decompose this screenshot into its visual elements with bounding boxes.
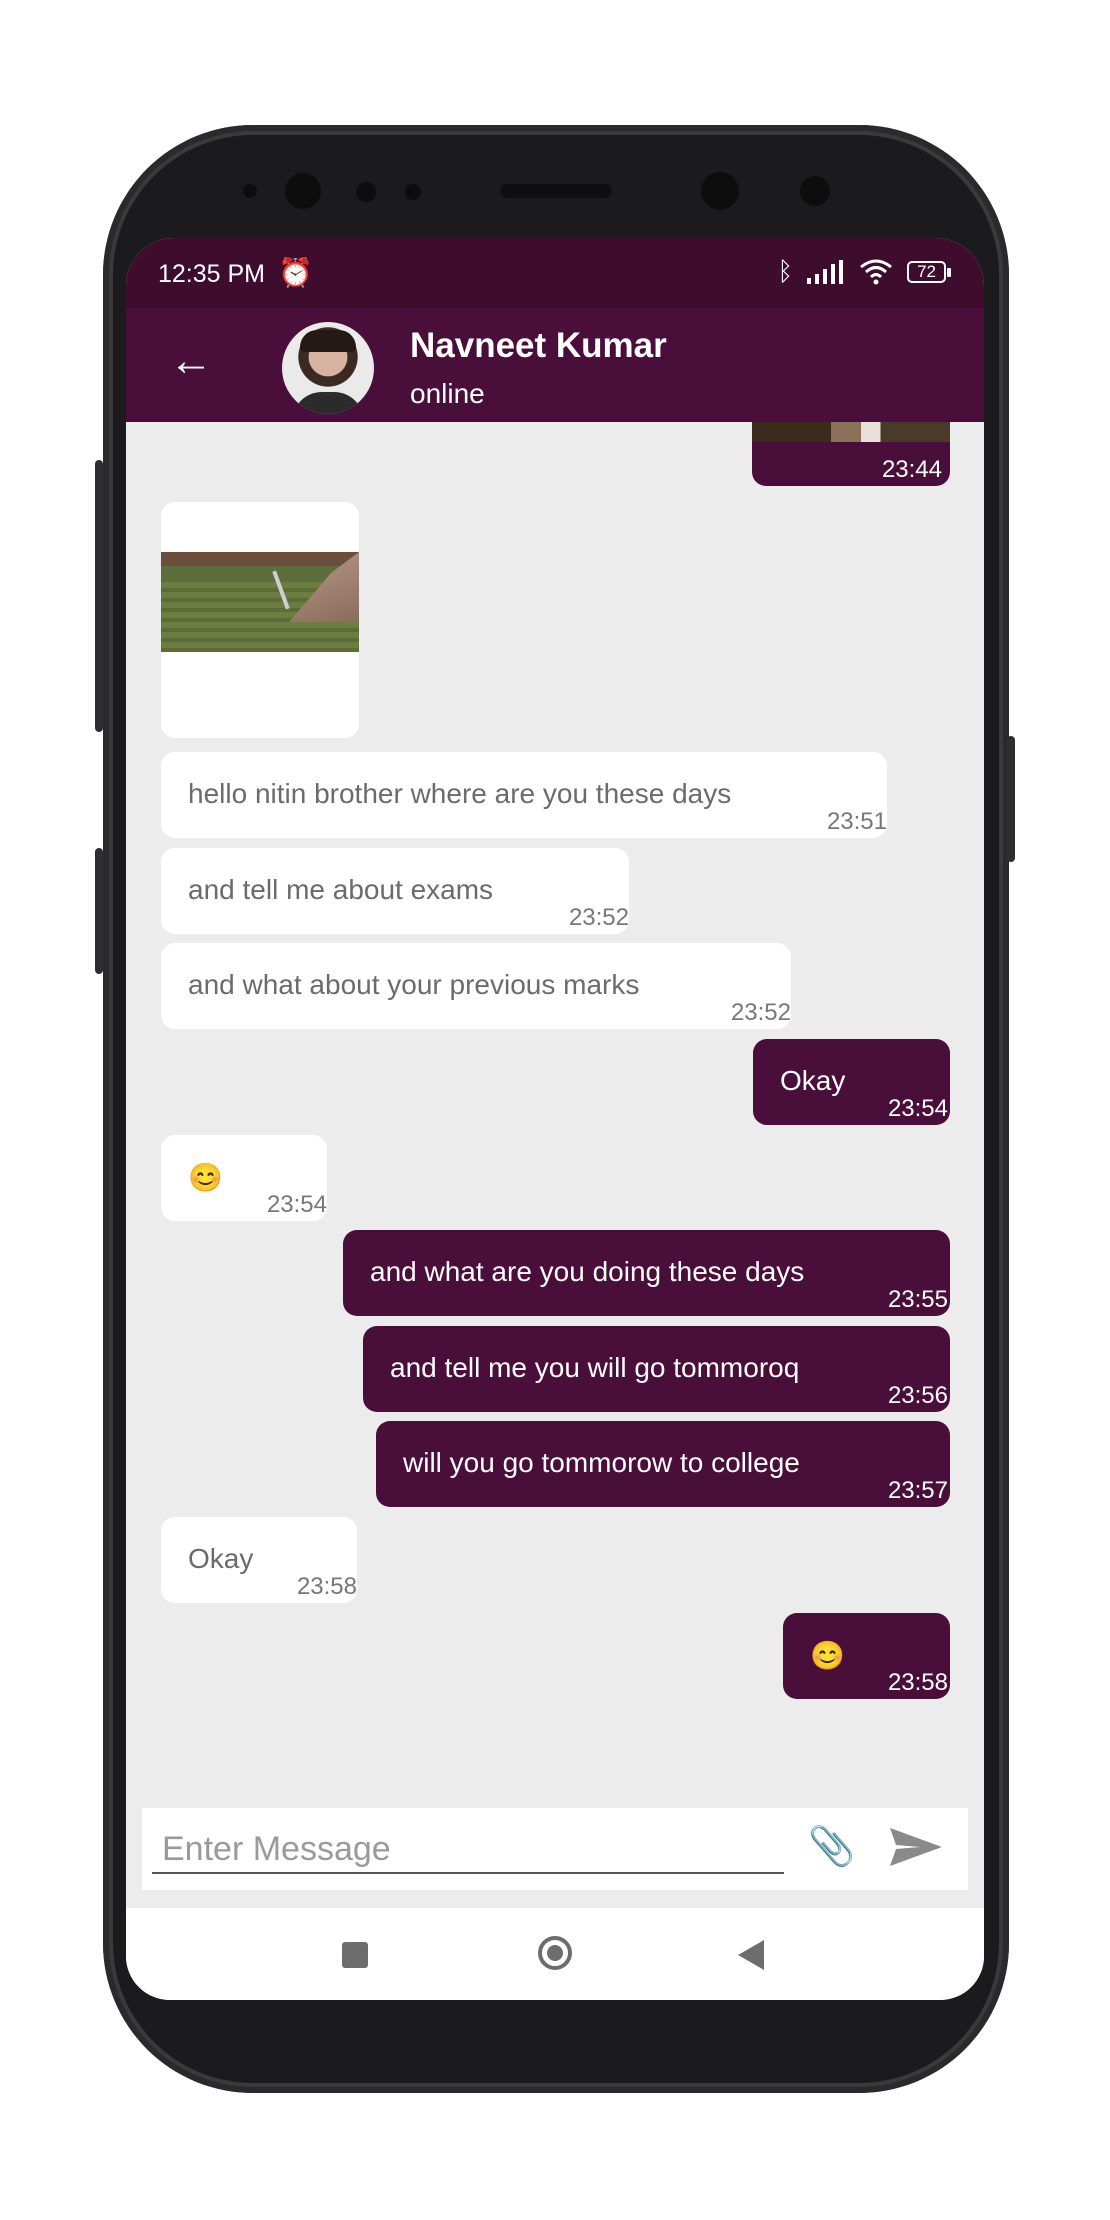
message-text: and what about your previous marks: [188, 969, 640, 1000]
message-image[interactable]: [161, 552, 359, 652]
message-time: 23:52: [730, 999, 791, 1026]
message-text: and what are you doing these days: [370, 1256, 805, 1287]
message-in[interactable]: Okay 23:58: [161, 1517, 357, 1603]
message-time: 23:54: [266, 1191, 327, 1218]
message-image-out[interactable]: 23:44: [752, 422, 950, 486]
app-bar: ← Navneet Kumar online: [126, 308, 984, 422]
volume-down-button: [95, 848, 103, 974]
send-icon[interactable]: [886, 1822, 946, 1872]
status-icons: ᛒ 72: [777, 256, 951, 287]
attach-icon[interactable]: 📎: [804, 1822, 860, 1872]
message-text: 😊: [188, 1162, 223, 1193]
status-time: 12:35 PM: [158, 260, 266, 288]
chat-list[interactable]: 23:44 hello nitin brother where are you …: [126, 422, 984, 1842]
message-time: 23:52: [568, 904, 629, 931]
message-text: Okay: [188, 1543, 254, 1574]
message-out[interactable]: Okay 23:54: [753, 1039, 950, 1125]
message-time: 23:58: [887, 1669, 948, 1696]
message-time: 23:51: [826, 808, 887, 835]
avatar[interactable]: [282, 322, 374, 414]
message-time: 23:57: [887, 1477, 948, 1504]
message-input[interactable]: Enter Message: [162, 1830, 391, 1869]
bluetooth-icon: ᛒ: [777, 256, 794, 286]
earpiece: [500, 184, 612, 198]
nav-recents-icon[interactable]: [342, 1942, 368, 1968]
message-image-in[interactable]: [161, 502, 359, 738]
screen: 12:35 PM ⏰ ᛒ 72 ← Navneet Kumar online 2…: [126, 238, 984, 2000]
message-in[interactable]: hello nitin brother where are you these …: [161, 752, 887, 838]
wifi-icon: [860, 259, 893, 284]
message-out[interactable]: and what are you doing these days 23:55: [343, 1230, 950, 1316]
input-underline: [152, 1872, 784, 1874]
composer: Enter Message 📎: [142, 1808, 968, 1890]
message-text: will you go tommorow to college: [403, 1447, 800, 1478]
message-in[interactable]: and what about your previous marks 23:52: [161, 943, 791, 1029]
message-out[interactable]: will you go tommorow to college 23:57: [376, 1421, 950, 1507]
front-camera: [285, 173, 321, 209]
message-text: 😊: [810, 1640, 845, 1671]
power-button: [1007, 736, 1015, 862]
battery-icon: 72: [907, 260, 951, 283]
status-bar: 12:35 PM ⏰ ᛒ 72: [126, 238, 984, 308]
message-out[interactable]: 😊 23:58: [783, 1613, 950, 1699]
sensor: [405, 184, 421, 200]
nav-back-icon[interactable]: [738, 1940, 764, 1970]
message-time: 23:44: [881, 456, 942, 483]
message-text: and tell me you will go tommoroq: [390, 1352, 800, 1383]
message-text: hello nitin brother where are you these …: [188, 778, 732, 809]
front-camera: [701, 172, 739, 210]
contact-name: Navneet Kumar: [410, 326, 667, 365]
back-arrow-icon[interactable]: ←: [166, 336, 216, 386]
message-time: 23:56: [887, 1382, 948, 1409]
sensor: [243, 184, 257, 198]
message-in[interactable]: 😊 23:54: [161, 1135, 327, 1221]
signal-icon: [807, 259, 844, 284]
message-time: 23:54: [887, 1095, 948, 1122]
message-image[interactable]: [752, 422, 950, 442]
contact-status: online: [410, 378, 485, 409]
volume-button: [95, 460, 103, 732]
sensor: [800, 176, 830, 206]
sensor: [356, 182, 376, 202]
message-text: Okay: [780, 1065, 846, 1096]
alarm-icon: ⏰: [278, 257, 313, 288]
nav-home-icon[interactable]: [538, 1936, 572, 1970]
message-time: 23:55: [887, 1286, 948, 1313]
message-in[interactable]: and tell me about exams 23:52: [161, 848, 629, 934]
message-out[interactable]: and tell me you will go tommoroq 23:56: [363, 1326, 950, 1412]
system-nav-bar: [126, 1908, 984, 2000]
message-text: and tell me about exams: [188, 874, 494, 905]
message-time: 23:58: [296, 1573, 357, 1600]
